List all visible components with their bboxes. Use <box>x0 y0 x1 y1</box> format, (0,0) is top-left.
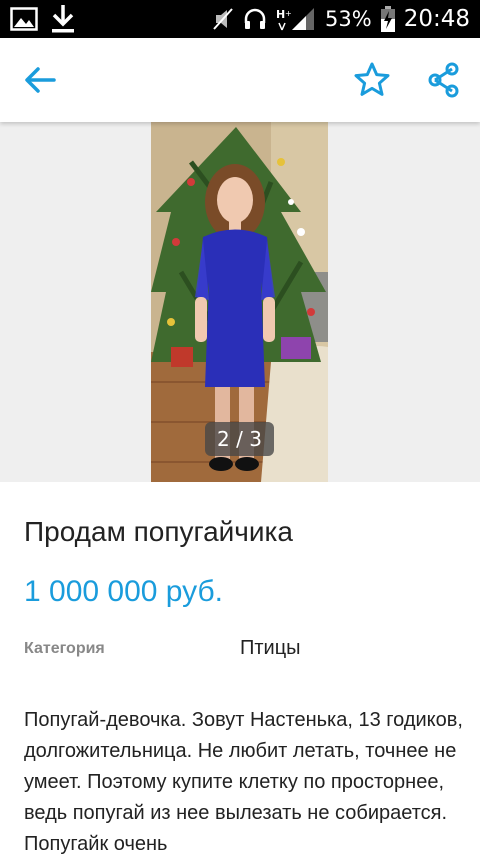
category-label: Категория <box>24 640 105 657</box>
photo-gallery[interactable]: 2 / 3 <box>0 122 480 482</box>
status-bar-system: H + 53% 20:48 <box>212 0 470 38</box>
download-icon <box>52 5 74 33</box>
star-outline-icon[interactable] <box>352 60 392 100</box>
listing-description: Попугай-девочка. Зовут Настенька, 13 год… <box>24 709 463 854</box>
battery-charging-icon <box>380 6 395 32</box>
clock: 20:48 <box>403 6 470 32</box>
arrow-left-icon[interactable] <box>20 60 60 100</box>
app-bar <box>0 38 480 122</box>
svg-text:+: + <box>285 9 292 18</box>
status-bar: H + 53% 20:48 <box>0 0 480 38</box>
headphones-icon <box>244 8 266 29</box>
share-icon[interactable] <box>426 60 462 100</box>
category-value: Птицы <box>240 637 301 659</box>
network-signal-icon: H + <box>276 8 315 31</box>
photo-counter: 2 / 3 <box>205 422 274 456</box>
mute-icon <box>213 8 233 30</box>
battery-percent: 53% <box>325 7 372 31</box>
listing-title: Продам попугайчика <box>24 516 293 547</box>
status-bar-notifications <box>10 4 76 34</box>
listing-price: 1 000 000 руб. <box>24 575 223 608</box>
image-notification-icon <box>10 7 38 31</box>
svg-text:H: H <box>276 8 285 21</box>
